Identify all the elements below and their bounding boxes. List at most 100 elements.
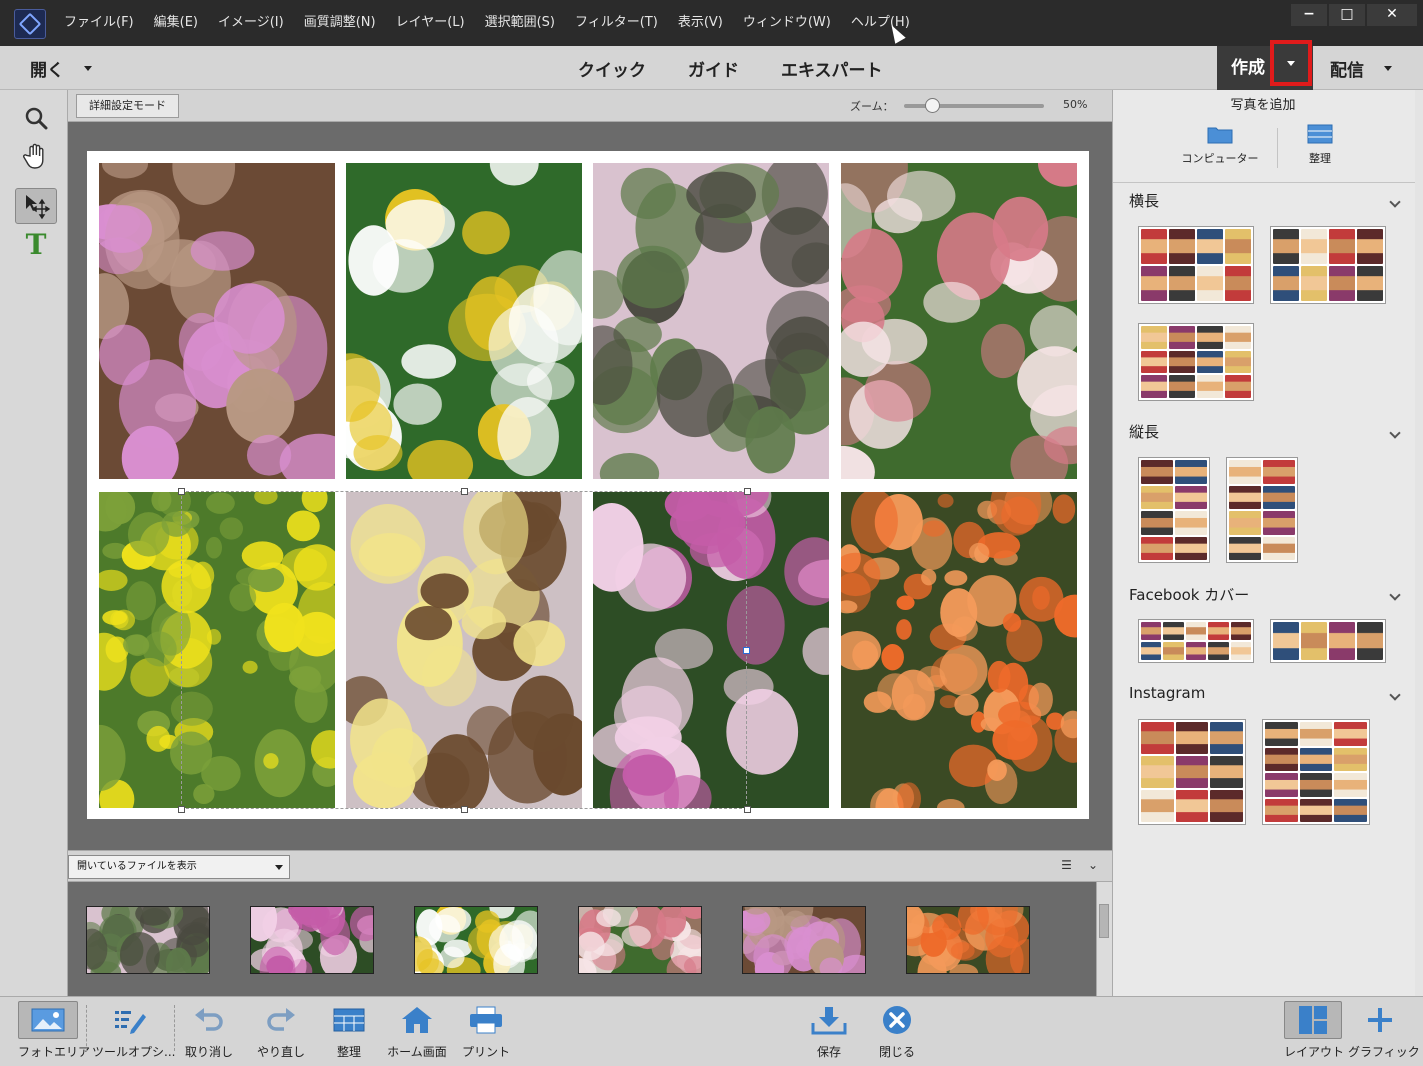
section-portrait-title: 縦長: [1129, 423, 1160, 441]
mode-tabs: クイック ガイド エキスパート: [572, 56, 889, 81]
layout-button[interactable]: レイアウト: [1284, 1001, 1344, 1060]
redo-icon: [254, 1001, 308, 1039]
template-landscape-3[interactable]: [1138, 323, 1254, 401]
save-button[interactable]: 保存: [806, 1001, 852, 1060]
template-facebook-7[interactable]: [1270, 619, 1386, 663]
undo-button[interactable]: 取り消し: [182, 1001, 236, 1060]
menu-layer[interactable]: レイヤー(L): [386, 0, 475, 46]
bin-thumbnail-clematis[interactable]: [250, 906, 374, 974]
menu-edit[interactable]: 編集(E): [144, 0, 208, 46]
collage-cell-daisies[interactable]: [346, 163, 582, 479]
chevron-down-icon[interactable]: [1389, 196, 1401, 208]
panel-scrollbar[interactable]: [1415, 90, 1423, 996]
create-panel: 写真を追加 コンピューター 整理 横長 縦長 Facebook カバー Inst…: [1112, 90, 1423, 996]
chevron-down-icon[interactable]: [1389, 427, 1401, 439]
bin-collapse-icon[interactable]: ⌄: [1088, 858, 1098, 872]
collage-cell-azalea[interactable]: [841, 492, 1077, 808]
title-bar: ファイル(F) 編集(E) イメージ(I) 画質調整(N) レイヤー(L) 選択…: [0, 0, 1423, 46]
collage-cell-wintersweet[interactable]: [346, 492, 582, 808]
template-facebook-6[interactable]: [1138, 619, 1254, 663]
collage-cell-cherry-tree[interactable]: [593, 163, 829, 479]
organizer-button[interactable]: 整理: [322, 1001, 376, 1060]
template-instagram-9[interactable]: [1262, 719, 1370, 825]
chevron-down-icon: [84, 66, 92, 71]
move-tool[interactable]: [15, 188, 57, 224]
menu-select[interactable]: 選択範囲(S): [475, 0, 565, 46]
close-icon: [874, 1001, 920, 1039]
tool-options-label: ツールオプシ...: [92, 1045, 176, 1059]
bin-list-menu-icon[interactable]: ☰: [1061, 858, 1072, 872]
zoom-slider-handle[interactable]: [925, 98, 940, 113]
template-instagram-8[interactable]: [1138, 719, 1246, 825]
bin-thumbnail-daisies[interactable]: [414, 906, 538, 974]
transform-handle[interactable]: [178, 806, 185, 813]
photo-bin: [68, 882, 1112, 996]
bin-icons: ☰ ⌄: [1061, 858, 1098, 872]
redo-button[interactable]: やり直し: [254, 1001, 308, 1060]
menu-help[interactable]: ヘルプ(H): [841, 0, 920, 46]
transform-handle[interactable]: [461, 488, 468, 495]
collage-cell-cherry-blossom[interactable]: [841, 163, 1077, 479]
section-landscape-title: 横長: [1129, 192, 1160, 210]
zoom-tool[interactable]: [15, 100, 57, 136]
share-button[interactable]: 配信: [1330, 56, 1392, 81]
hand-tool[interactable]: [15, 138, 57, 174]
canvas-area: 詳細設定モード ズーム： 50%: [68, 90, 1112, 850]
bin-scrollbar[interactable]: [1096, 882, 1112, 996]
undo-label: 取り消し: [184, 1045, 233, 1059]
tab-expert[interactable]: エキスパート: [775, 56, 889, 81]
bottom-toolbar: フォトエリア ツールオプシ... 取り消し やり直し 整理 ホーム画面 プリント…: [0, 996, 1423, 1066]
menu-enhance[interactable]: 画質調整(N): [294, 0, 386, 46]
tab-guided[interactable]: ガイド: [682, 56, 745, 81]
template-portrait-4[interactable]: [1138, 457, 1210, 563]
bin-thumbnail-cherry-tree[interactable]: [86, 906, 210, 974]
center-point-handle[interactable]: [743, 647, 750, 654]
tab-quick[interactable]: クイック: [572, 56, 652, 81]
bin-thumbnail-azalea[interactable]: [906, 906, 1030, 974]
maximize-button[interactable]: □: [1329, 4, 1365, 26]
bin-thumbnail-cherry-blossom[interactable]: [578, 906, 702, 974]
transform-handle[interactable]: [744, 488, 751, 495]
close-window-button[interactable]: ✕: [1367, 4, 1417, 26]
advanced-mode-button[interactable]: 詳細設定モード: [76, 94, 179, 118]
zoom-value: 50%: [1063, 98, 1088, 111]
graphics-button[interactable]: グラフィック: [1348, 1001, 1420, 1060]
bin-source-select[interactable]: 開いているファイルを表示: [68, 855, 290, 879]
menu-window[interactable]: ウィンドウ(W): [733, 0, 841, 46]
chevron-down-icon[interactable]: [1389, 589, 1401, 601]
collage-cell-rapeseed[interactable]: [99, 492, 335, 808]
save-icon: [806, 1001, 852, 1039]
tool-options-button[interactable]: ツールオプシ...: [92, 1001, 176, 1060]
add-from-computer-label: コンピューター: [1181, 152, 1259, 165]
open-button[interactable]: 開く: [30, 56, 92, 81]
template-landscape-2[interactable]: [1270, 226, 1386, 304]
type-tool[interactable]: T: [15, 226, 57, 262]
home-screen-button[interactable]: ホーム画面: [384, 1001, 450, 1060]
minimize-button[interactable]: −: [1291, 4, 1327, 26]
bin-thumbnail-fawn-lily[interactable]: [742, 906, 866, 974]
collage-cell-fawn-lily[interactable]: [99, 163, 335, 479]
transform-handle[interactable]: [744, 806, 751, 813]
add-from-computer-button[interactable]: コンピューター: [1175, 124, 1265, 166]
move-icon: [26, 195, 50, 220]
template-landscape-1[interactable]: [1138, 226, 1254, 304]
transform-handle[interactable]: [178, 488, 185, 495]
zoom-slider[interactable]: [904, 98, 1044, 113]
transform-handle[interactable]: [461, 806, 468, 813]
home-icon: [384, 1001, 450, 1039]
print-button[interactable]: プリント: [460, 1001, 512, 1060]
menu-file[interactable]: ファイル(F): [54, 0, 144, 46]
bin-scrollbar-thumb[interactable]: [1099, 904, 1109, 938]
tools-panel: T: [0, 90, 68, 996]
collage-cell-clematis[interactable]: [593, 492, 829, 808]
chevron-down-icon[interactable]: [1389, 689, 1401, 701]
template-portrait-5[interactable]: [1226, 457, 1298, 563]
menu-image[interactable]: イメージ(I): [208, 0, 294, 46]
photo-bin-button[interactable]: フォトエリア: [18, 1001, 90, 1060]
menu-view[interactable]: 表示(V): [668, 0, 733, 46]
close-button[interactable]: 閉じる: [874, 1001, 920, 1060]
create-dropdown-button[interactable]: [1270, 40, 1312, 86]
bin-source-label: 開いているファイルを表示: [77, 861, 197, 872]
menu-filter[interactable]: フィルター(T): [565, 0, 668, 46]
add-from-organizer-button[interactable]: 整理: [1275, 124, 1365, 166]
